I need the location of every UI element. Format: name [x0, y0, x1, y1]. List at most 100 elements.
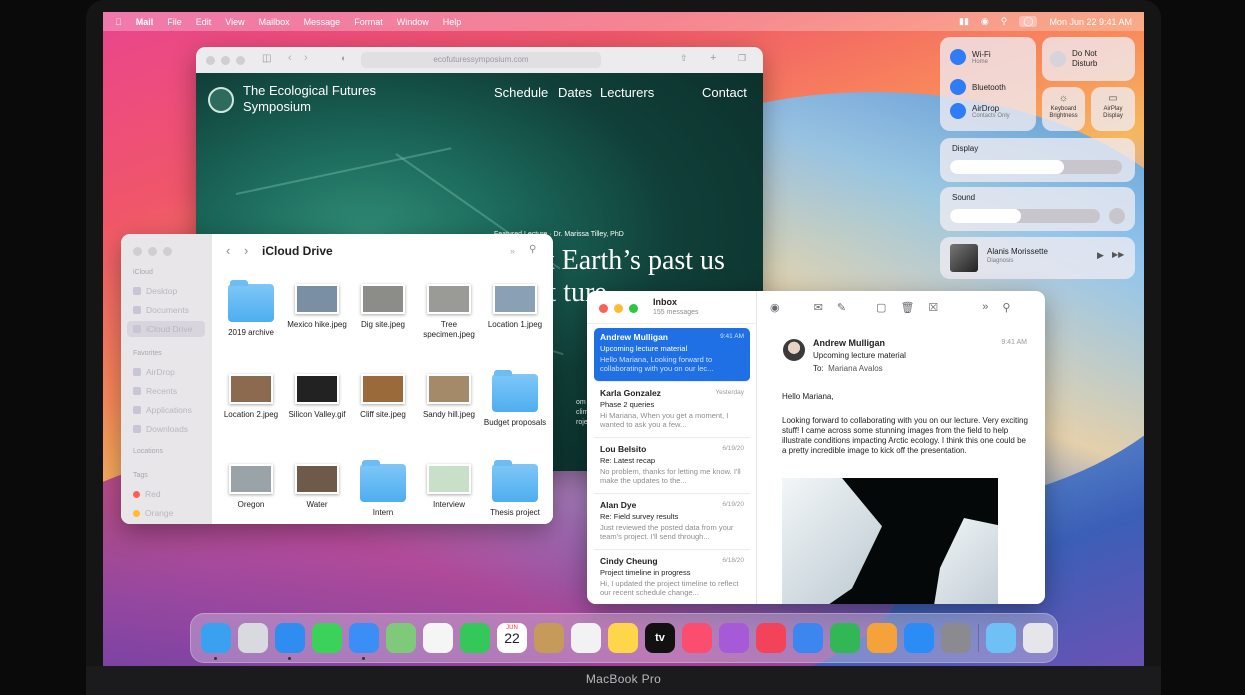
- downloads-folder-icon[interactable]: [986, 623, 1016, 653]
- compose-icon[interactable]: ✎: [837, 301, 846, 314]
- file-tile[interactable]: Mexico hike.jpeg: [284, 284, 350, 330]
- menu-help[interactable]: Help: [443, 17, 462, 27]
- trash-icon[interactable]: [1023, 623, 1053, 653]
- airdrop-toggle[interactable]: AirDrop Contacts Only: [950, 103, 1010, 119]
- email-image-attachment[interactable]: [782, 478, 998, 604]
- address-bar[interactable]: ecofuturessymposium.com: [361, 52, 601, 68]
- numbers-icon[interactable]: [830, 623, 860, 653]
- file-tile[interactable]: Water: [284, 464, 350, 510]
- dnd-module[interactable]: Do Not Disturb: [1042, 37, 1135, 81]
- message-row[interactable]: Alan Dye 6/19/20 Re: Field survey results J…: [594, 496, 750, 550]
- reminders-icon[interactable]: [571, 623, 601, 653]
- maps-icon[interactable]: [386, 623, 416, 653]
- site-title[interactable]: The Ecological Futures Symposium: [243, 83, 383, 115]
- file-tile[interactable]: Interview: [416, 464, 482, 510]
- file-tile[interactable]: Budget proposals: [482, 370, 548, 428]
- skip-forward-icon[interactable]: ▶▶: [1112, 250, 1124, 259]
- airplay-module[interactable]: ▭ AirPlay Display: [1091, 87, 1135, 131]
- launchpad-icon[interactable]: [238, 623, 268, 653]
- messages-icon[interactable]: [312, 623, 342, 653]
- site-logo[interactable]: [208, 87, 234, 113]
- mail-icon[interactable]: [349, 623, 379, 653]
- menu-view[interactable]: View: [225, 17, 244, 27]
- menu-window[interactable]: Window: [397, 17, 429, 27]
- file-tile[interactable]: Cliff site.jpeg: [350, 374, 416, 420]
- wifi-toggle[interactable]: Wi-Fi Home: [950, 49, 991, 65]
- sidebar-tag-red[interactable]: Red: [133, 489, 161, 499]
- back-icon[interactable]: ‹: [288, 52, 292, 64]
- forward-icon[interactable]: ›: [244, 243, 248, 258]
- menu-app-name[interactable]: Mail: [136, 17, 154, 27]
- bluetooth-toggle[interactable]: Bluetooth: [950, 79, 1006, 95]
- contacts-icon[interactable]: [534, 623, 564, 653]
- file-tile[interactable]: Oregon: [218, 464, 284, 510]
- back-icon[interactable]: ‹: [226, 243, 230, 258]
- sidebar-item-downloads[interactable]: Downloads: [133, 424, 188, 434]
- more-icon[interactable]: »: [982, 301, 988, 314]
- privacy-icon[interactable]: ◐: [341, 53, 346, 63]
- file-tile[interactable]: Location 2.jpeg: [218, 374, 284, 420]
- more-icon[interactable]: »: [510, 246, 515, 256]
- control-center-icon[interactable]: ◯: [1019, 16, 1038, 27]
- zoom-button[interactable]: [163, 247, 172, 256]
- share-icon[interactable]: ⇧: [680, 53, 688, 64]
- sound-slider[interactable]: [950, 209, 1100, 223]
- forward-icon[interactable]: ›: [304, 52, 308, 64]
- minimize-button[interactable]: [221, 56, 230, 65]
- file-tile[interactable]: Dig site.jpeg: [350, 284, 416, 330]
- archive-icon[interactable]: ▢: [876, 301, 886, 314]
- menu-mailbox[interactable]: Mailbox: [259, 17, 290, 27]
- sidebar-item-recents[interactable]: Recents: [133, 386, 177, 396]
- menu-file[interactable]: File: [167, 17, 182, 27]
- nav-lecturers[interactable]: Lecturers: [600, 85, 654, 100]
- file-tile[interactable]: Sandy hill.jpeg: [416, 374, 482, 420]
- file-tile[interactable]: Tree specimen.jpeg: [416, 284, 482, 340]
- menu-clock[interactable]: Mon Jun 22 9:41 AM: [1049, 17, 1132, 27]
- app-store-icon[interactable]: [904, 623, 934, 653]
- minimize-button[interactable]: [148, 247, 157, 256]
- file-tile[interactable]: Location 1.jpeg: [482, 284, 548, 330]
- safari-icon[interactable]: [275, 623, 305, 653]
- search-icon[interactable]: ⚲: [1002, 301, 1010, 314]
- apple-tv-icon[interactable]: tv: [645, 623, 675, 653]
- nav-contact[interactable]: Contact: [702, 85, 747, 100]
- get-mail-icon[interactable]: ✉: [814, 301, 823, 314]
- sidebar-toggle-icon[interactable]: ◫: [262, 53, 271, 64]
- keyboard-brightness-module[interactable]: ☼ Keyboard Brightness: [1042, 87, 1085, 131]
- sidebar-item-airdrop[interactable]: AirDrop: [133, 367, 175, 377]
- nav-schedule[interactable]: Schedule: [494, 85, 548, 100]
- junk-icon[interactable]: ☒: [928, 301, 938, 314]
- close-button[interactable]: [206, 56, 215, 65]
- file-tile[interactable]: 2019 archive: [218, 280, 284, 338]
- zoom-button[interactable]: [236, 56, 245, 65]
- menu-edit[interactable]: Edit: [196, 17, 212, 27]
- close-button[interactable]: [599, 304, 608, 313]
- new-tab-icon[interactable]: +: [710, 52, 716, 64]
- wifi-icon[interactable]: ◉: [981, 16, 989, 27]
- recipient-name[interactable]: Mariana Avalos: [828, 364, 883, 373]
- message-row[interactable]: Lou Belsito 6/19/20 Re: Latest recap No pro…: [594, 440, 750, 494]
- facetime-icon[interactable]: [460, 623, 490, 653]
- trash-icon[interactable]: 🗑: [900, 301, 914, 314]
- nav-dates[interactable]: Dates: [558, 85, 592, 100]
- spotlight-icon[interactable]: ⚲: [1001, 16, 1008, 27]
- airplay-audio-icon[interactable]: [1109, 208, 1125, 224]
- sidebar-item-applications[interactable]: Applications: [133, 405, 192, 415]
- tab-overview-icon[interactable]: ❐: [738, 53, 746, 64]
- search-icon[interactable]: ⚲: [529, 244, 536, 255]
- menu-message[interactable]: Message: [304, 17, 341, 27]
- play-icon[interactable]: ▶: [1097, 250, 1104, 261]
- music-icon[interactable]: [682, 623, 712, 653]
- message-row[interactable]: Andrew Mulligan 9:41 AM Upcoming lecture m…: [594, 328, 750, 382]
- menu-format[interactable]: Format: [354, 17, 383, 27]
- display-slider[interactable]: [950, 160, 1122, 174]
- file-tile[interactable]: Intern: [350, 460, 416, 518]
- calendar-icon[interactable]: JUN 22: [497, 623, 527, 653]
- zoom-button[interactable]: [629, 304, 638, 313]
- keynote-icon[interactable]: [793, 623, 823, 653]
- photos-icon[interactable]: [423, 623, 453, 653]
- message-row[interactable]: Karla Gonzalez Yesterday Phase 2 queries Hi…: [594, 384, 750, 438]
- filter-icon[interactable]: ◉: [770, 301, 780, 314]
- pages-icon[interactable]: [867, 623, 897, 653]
- close-button[interactable]: [133, 247, 142, 256]
